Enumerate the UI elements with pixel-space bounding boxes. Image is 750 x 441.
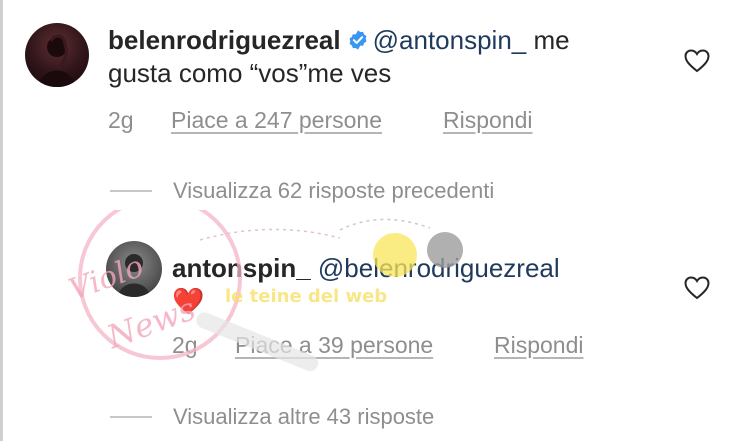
comment-likes-link[interactable]: Piace a 247 persone (171, 107, 382, 134)
view-previous-label: Visualizza 62 risposte precedenti (173, 178, 495, 203)
reply-username[interactable]: antonspin_ (172, 253, 311, 283)
thread-line (110, 416, 152, 418)
reply-time: 2g (172, 332, 198, 358)
reply-body: antonspin_ @belenrodriguezreal ❤️ (172, 252, 672, 318)
comment-username[interactable]: belenrodriguezreal (108, 25, 341, 55)
comment-text-line1: me (533, 25, 570, 55)
comment-mention[interactable]: @antonspin_ (373, 25, 527, 55)
verified-badge-icon (349, 30, 367, 50)
reply-mention[interactable]: @belenrodriguezreal (318, 253, 560, 283)
reply-likes-link[interactable]: Piace a 39 persone (235, 332, 433, 359)
avatar[interactable] (25, 23, 89, 87)
reply-emoji: ❤️ (172, 286, 205, 316)
page-border (0, 0, 3, 441)
view-previous-replies[interactable]: Visualizza 62 risposte precedenti (110, 178, 610, 206)
reply-meta: 2g Piace a 39 persone Rispondi (172, 332, 672, 360)
reply-reply-button[interactable]: Rispondi (494, 332, 584, 359)
view-more-label: Visualizza altre 43 risposte (173, 404, 435, 429)
comment-reply-button[interactable]: Rispondi (443, 107, 533, 134)
view-more-replies[interactable]: Visualizza altre 43 risposte (110, 404, 610, 432)
comment-text-line2: gusta como “vos”me ves (108, 58, 392, 88)
like-heart-icon[interactable] (684, 49, 710, 73)
reply-like-heart-icon[interactable] (684, 276, 710, 300)
comment-time: 2g (108, 107, 134, 133)
reply-avatar[interactable] (106, 241, 162, 297)
thread-line (110, 190, 152, 192)
comment-body: belenrodriguezreal @antonspin_ me gusta … (108, 24, 668, 90)
comment-meta: 2g Piace a 247 persone Rispondi (108, 107, 668, 135)
